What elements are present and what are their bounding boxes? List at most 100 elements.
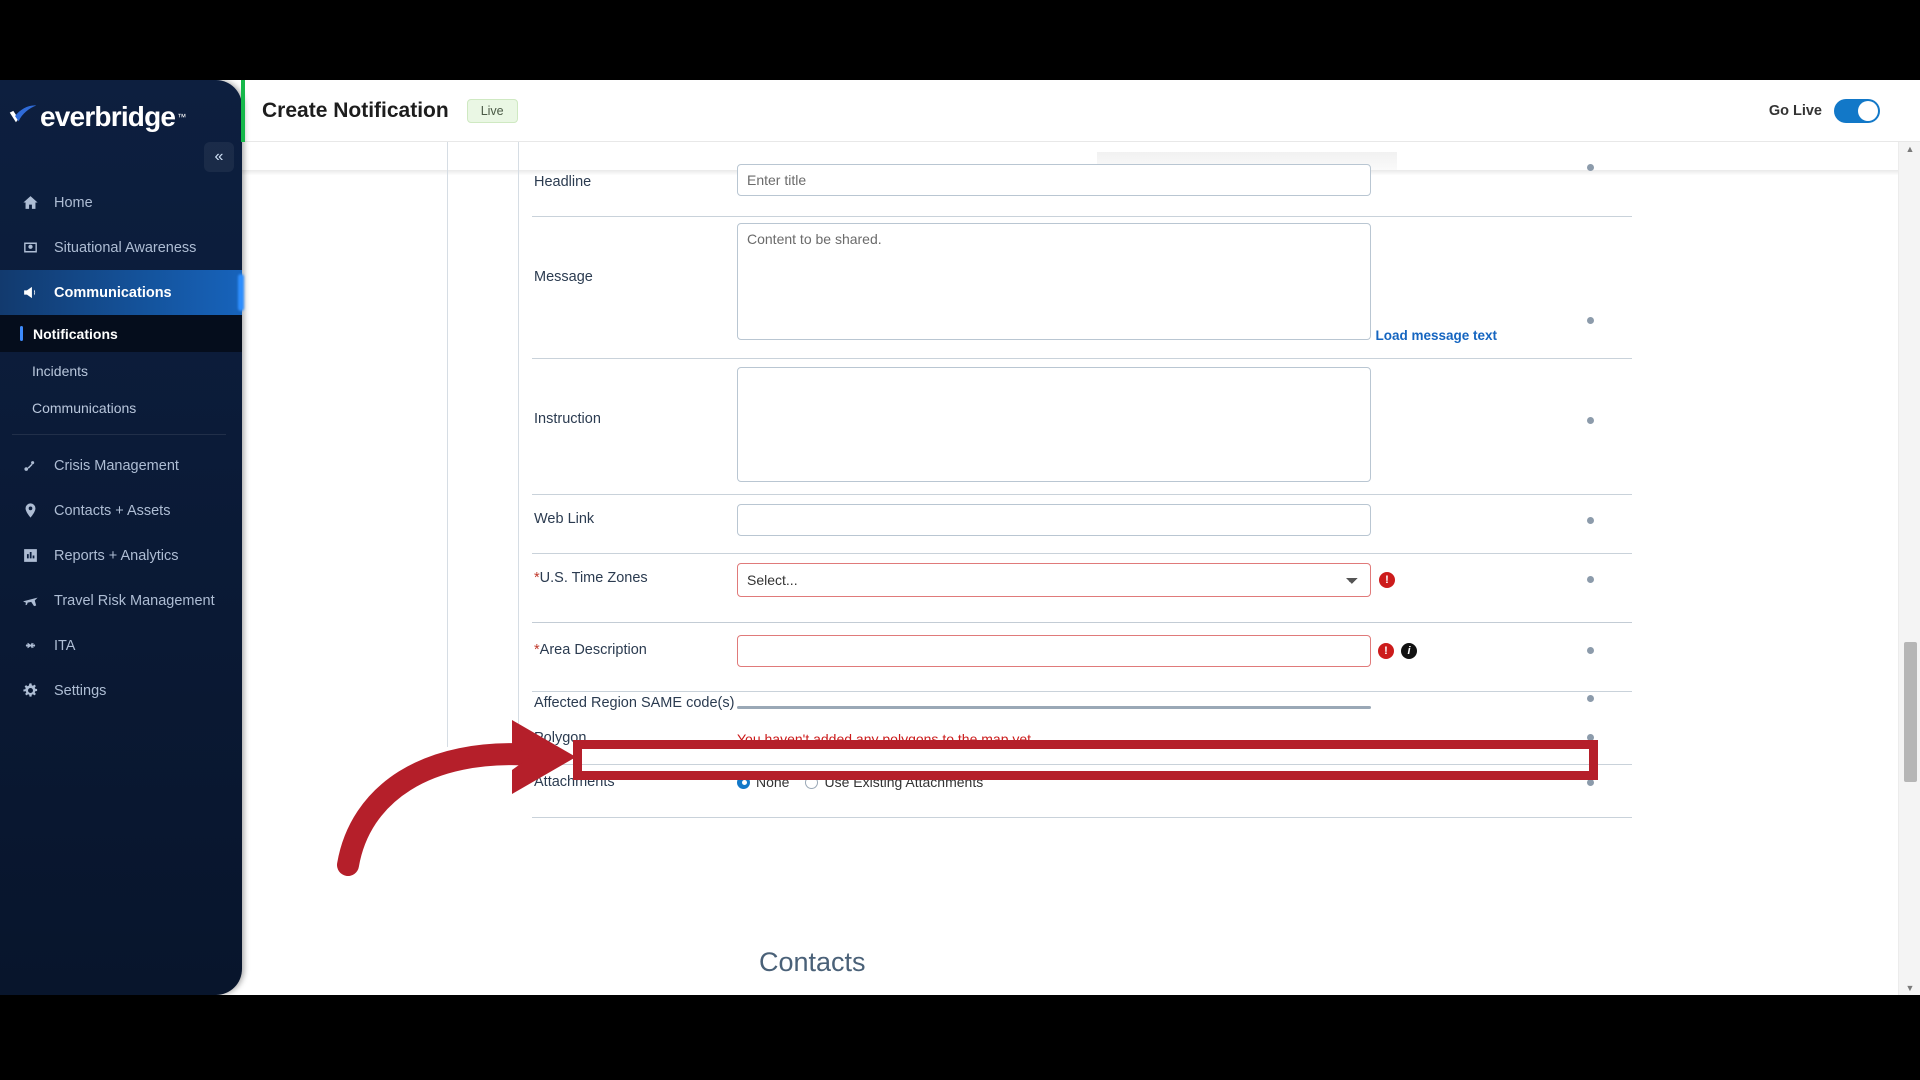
sidebar-item-situational-awareness[interactable]: Situational Awareness [0,225,242,270]
sidebar-green-accent [241,80,245,142]
sidebar-item-ita[interactable]: ITA [0,623,242,668]
instruction-label: Instruction [534,411,601,427]
message-label: Message [534,269,593,285]
row-marker [1587,695,1597,702]
go-live-control: Go Live [1768,98,1880,123]
go-live-label: Go Live [1768,102,1822,119]
radio-dot-selected [737,775,750,789]
app-viewport: everbridge ™ « Home Situational Awarenes… [0,80,1920,995]
sidebar-item-travel-risk-management[interactable]: Travel Risk Management [0,578,242,623]
scroll-up-arrow-icon[interactable]: ▲ [1904,144,1916,154]
web-link-label: Web Link [534,511,595,527]
situational-awareness-icon [20,238,40,258]
contacts-section: Contacts * Click to add contacts 0 Indiv… [759,947,1390,995]
bar-chart-icon [20,546,40,566]
sidebar-subitem-label: Notifications [33,325,118,342]
row-marker [1587,576,1597,583]
same-codes-collapsed-field[interactable] [737,706,1371,709]
home-icon [20,193,40,213]
vertical-scrollbar-thumb[interactable] [1904,642,1917,782]
radio-dot [805,775,819,789]
headline-label: Headline [534,174,592,190]
polygon-label: Polygon [534,730,587,746]
airplane-icon [20,591,40,611]
area-description-input[interactable] [737,635,1371,667]
attachments-label: Attachments [534,774,615,790]
sidebar-item-settings[interactable]: Settings [0,668,242,713]
row-dot [1587,647,1594,654]
row-dot [1587,517,1594,524]
toggle-knob [1858,100,1878,121]
scroll-down-arrow-icon[interactable]: ▼ [1904,983,1916,993]
sidebar-item-label: Settings [54,682,107,699]
sidebar-item-communications-sub[interactable]: Communications [0,389,242,426]
headline-input[interactable] [737,164,1371,196]
row-marker [1587,317,1597,324]
form-row-attachments: Attachments None Use Existing Attachment… [532,765,1632,809]
polygon-empty-message: You haven't added any polygons to the ma… [737,731,1035,747]
form-row-time-zones: *U.S. Time Zones Select... ! [532,554,1632,612]
logo-trademark: ™ [177,112,187,122]
form-row-web-link: Web Link [532,495,1632,553]
sidebar-item-label: ITA [54,637,76,654]
sidebar-subitem-label: Incidents [32,362,89,379]
vertical-scrollbar-track[interactable]: ▲ ▼ [1898,142,1920,995]
row-dot [1587,317,1594,324]
row-dot [1587,734,1594,741]
row-marker [1587,517,1597,524]
everbridge-logo[interactable]: everbridge ™ [0,80,242,132]
same-codes-label: Affected Region SAME code(s) [534,695,735,711]
form-row-headline: Headline [532,164,1632,208]
row-dot [1587,417,1594,424]
sidebar-item-crisis-management[interactable]: Crisis Management [0,443,242,488]
sidebar-item-label: Communications [54,284,172,301]
instruction-textarea[interactable] [737,367,1371,482]
sidebar-nav: Home Situational Awareness Communication… [0,180,242,713]
contacts-heading: Contacts [759,947,866,977]
row-dot [1587,695,1594,702]
sidebar-item-home[interactable]: Home [0,180,242,225]
notification-form: Headline Message Load message text [532,164,1632,818]
row-marker [1587,417,1597,424]
sidebar-item-label: Reports + Analytics [54,547,179,564]
row-marker [1587,164,1597,171]
row-marker [1587,647,1597,654]
sidebar-divider [12,434,226,435]
page-title: Create Notification [262,98,449,122]
info-icon[interactable]: i [1401,643,1417,659]
megaphone-icon [20,283,40,303]
web-link-input[interactable] [737,504,1371,536]
radio-label: None [756,774,790,790]
attachments-option-none[interactable]: None [737,774,789,790]
sidebar-subitem-label: Communications [32,399,137,416]
sidebar-item-reports-analytics[interactable]: Reports + Analytics [0,533,242,578]
sidebar-item-incidents[interactable]: Incidents [0,352,242,389]
sidebar-item-label: Crisis Management [54,457,179,474]
form-row-area-description: *Area Description ! i [532,623,1632,685]
time-zones-select[interactable]: Select... [737,563,1371,597]
form-inner-rail [518,142,519,747]
sidebar-item-label: Situational Awareness [54,239,197,256]
sidebar-item-label: Travel Risk Management [54,592,215,609]
form-row-instruction: Instruction [532,359,1632,487]
gear-icon [20,681,40,701]
message-textarea[interactable] [737,223,1371,340]
sidebar-collapse-button[interactable]: « [204,142,234,172]
error-icon: ! [1379,572,1395,588]
top-bar: Create Notification Live Go Live [242,80,1920,142]
screenshot-stage: everbridge ™ « Home Situational Awarenes… [0,0,1920,1080]
everbridge-check-icon [9,105,37,123]
attachments-radio-group: None Use Existing Attachments [737,765,1632,790]
row-marker [1587,734,1597,741]
sidebar-item-notifications[interactable]: Notifications [0,315,242,352]
sidebar-item-contacts-assets[interactable]: Contacts + Assets [0,488,242,533]
live-badge: Live [466,98,518,123]
attachments-option-use-existing[interactable]: Use Existing Attachments [805,774,983,790]
row-dot [1587,164,1594,171]
sidebar-item-communications[interactable]: Communications [0,270,242,315]
crisis-management-icon [20,456,40,476]
sidebar: everbridge ™ « Home Situational Awarenes… [0,80,245,995]
load-message-text-link[interactable]: Load message text [1375,328,1497,343]
row-dot [1587,779,1594,786]
go-live-toggle[interactable] [1834,98,1880,123]
